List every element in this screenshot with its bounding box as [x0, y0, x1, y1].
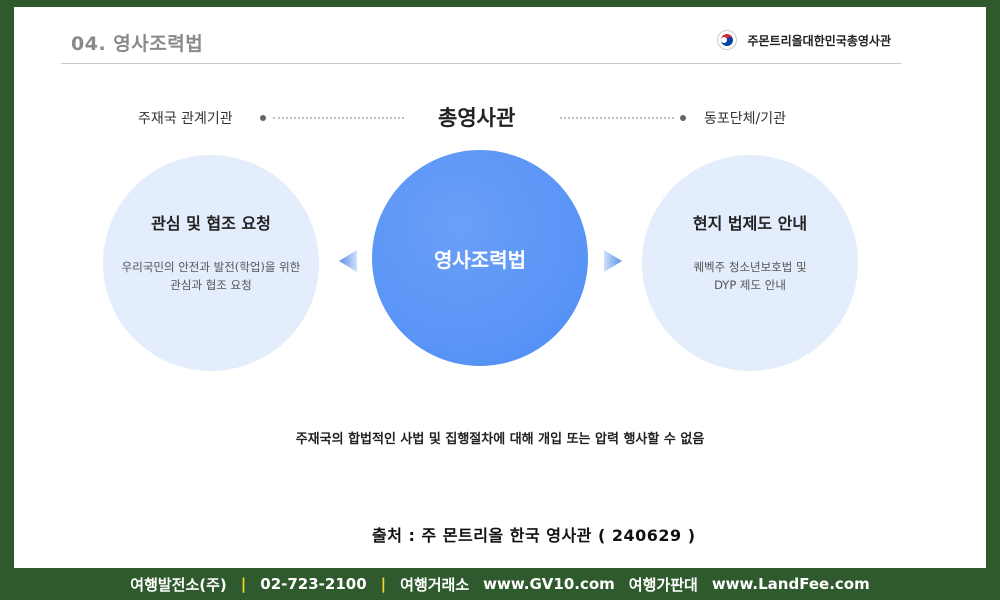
host-agencies-label: 주재국 관계기관: [138, 111, 233, 127]
local-law-guide-circle: 현지 법제도 안내 퀘벡주 청소년보호법 및 DYP 제도 안내: [642, 155, 858, 371]
consular-assistance-circle: 영사조력법: [372, 150, 588, 366]
footer-separator: |: [380, 575, 387, 593]
circle-left-desc-line1: 우리국민의 안전과 발전(학업)을 위한: [121, 260, 301, 274]
chevron-left-icon: [339, 250, 357, 272]
chevron-right-icon: [604, 250, 622, 272]
circle-right-title: 현지 법제도 안내: [692, 214, 808, 233]
footer-company: 여행발전소(주): [130, 575, 227, 594]
page-title: 04. 영사조력법: [71, 33, 204, 55]
korea-taegeuk-seal-icon: [717, 30, 738, 50]
consulate-label: 총영사관: [438, 106, 516, 130]
footer-site1-label: 여행거래소: [400, 575, 470, 594]
circle-right-desc-line1: 퀘벡주 청소년보호법 및: [693, 260, 807, 274]
circle-right-desc: 퀘벡주 청소년보호법 및 DYP 제도 안내: [693, 258, 806, 294]
org-label: 주몬트리올대한민국총영사관: [717, 30, 891, 50]
footer-site1-link[interactable]: www.GV10.com: [483, 575, 615, 593]
right-dot: [680, 115, 686, 121]
header-divider: [61, 63, 901, 64]
circle-left-desc-line2: 관심과 협조 요청: [170, 278, 252, 292]
slide: 04. 영사조력법 주몬트리올대한민국총영사관 주재국 관계기관 총영사관 동포…: [14, 7, 986, 568]
footer-separator: |: [240, 575, 247, 593]
relation-row: 주재국 관계기관 총영사관 동포단체/기관: [14, 102, 986, 132]
source-credit: 출처 : 주 몬트리올 한국 영사관 ( 240629 ): [372, 526, 696, 545]
org-name: 주몬트리올대한민국총영사관: [747, 33, 891, 48]
circle-right-desc-line2: DYP 제도 안내: [714, 278, 786, 292]
left-dot: [260, 115, 266, 121]
circle-left-desc: 우리국민의 안전과 발전(학업)을 위한 관심과 협조 요청: [122, 258, 301, 294]
footer: 여행발전소(주) | 02-723-2100 | 여행거래소 www.GV10.…: [0, 568, 1000, 600]
cooperation-request-circle: 관심 및 협조 요청 우리국민의 안전과 발전(학업)을 위한 관심과 협조 요…: [103, 155, 319, 371]
footer-phone: 02-723-2100: [260, 575, 367, 593]
restriction-note: 주재국의 합법적인 사법 및 집행절차에 대해 개입 또는 압력 행사할 수 없…: [295, 432, 705, 447]
footer-site2-label: 여행가판대: [628, 575, 698, 594]
circle-left-title: 관심 및 협조 요청: [151, 214, 271, 233]
right-dotted-line: [560, 117, 674, 119]
left-dotted-line: [273, 117, 404, 119]
footer-site2-link[interactable]: www.LandFee.com: [712, 575, 870, 593]
community-label: 동포단체/기관: [704, 111, 786, 127]
circle-center-title: 영사조력법: [434, 247, 526, 272]
